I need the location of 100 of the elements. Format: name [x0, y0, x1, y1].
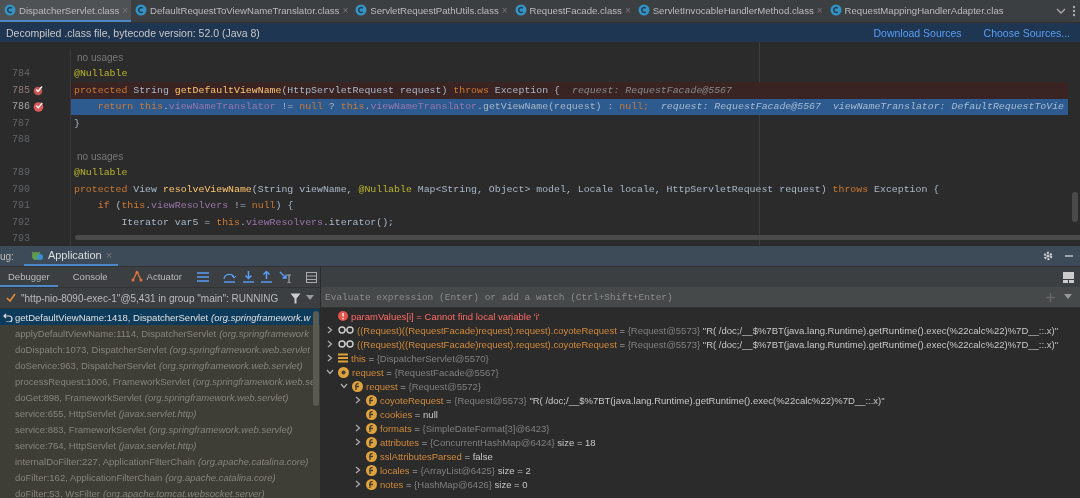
class-icon [355, 4, 368, 16]
variable-row[interactable]: ((Request)((RequestFacade)request).request).coyoteRequest = {Request@5573} "R( /doc;/__$%7BT(java.lang.Runtime).getRuntime().exec(%22calc%22)%7D__::.x)" [321, 337, 1080, 351]
field-icon [366, 450, 377, 462]
line-number: 788 [11, 134, 30, 146]
chevron-down-icon[interactable] [1056, 6, 1066, 16]
step-out-icon[interactable] [261, 271, 272, 283]
stack-frame[interactable]: doFilter:162, ApplicationFilterChain (org.apache.catalina.core) [0, 469, 320, 485]
expand-icon[interactable] [355, 438, 361, 446]
field-icon [366, 464, 377, 476]
usages-hint: no usages [76, 51, 124, 63]
code-line: Iterator var5 = this.viewResolvers.iterator(); [120, 215, 396, 230]
line-number: 791 [11, 200, 30, 212]
field-icon [366, 394, 377, 406]
line-number: 790 [11, 183, 30, 195]
collapse-icon[interactable] [340, 383, 348, 389]
variable-row[interactable]: notes = {HashMap@6426} size = 0 [321, 477, 1080, 491]
more-icon[interactable] [1072, 5, 1076, 17]
expand-icon[interactable] [355, 424, 361, 432]
variable-row[interactable]: paramValues[i] = Cannot find local variable 'i' [321, 309, 1080, 323]
glasses-icon [338, 326, 354, 334]
list-icon[interactable] [197, 272, 209, 282]
stack-frame[interactable]: processRequest:1006, FrameworkServlet (org.springframework.web.se [0, 373, 320, 389]
scrollbar[interactable] [313, 311, 319, 406]
variable-row[interactable]: cookies = null [321, 407, 1080, 421]
debugger-tab[interactable]: Console [64, 267, 116, 287]
stack-frame[interactable]: doFilter:53, WsFilter (org.apache.tomcat.websocket.server) [0, 485, 320, 498]
stack-frame[interactable]: getDefaultViewName:1418, DispatcherServlet (org.springframework.w [0, 309, 320, 325]
stack-frame[interactable]: doService:963, DispatcherServlet (org.springframework.web.servlet) [0, 357, 320, 373]
decompiled-notice: Decompiled .class file, bytecode version: 52.0 (Java 8) [6, 26, 261, 39]
error-icon [338, 311, 348, 321]
stack-frame[interactable]: doDispatch:1073, DispatcherServlet (org.springframework.web.servlet [0, 341, 320, 357]
stack-frame[interactable]: service:883, FrameworkServlet (org.springframework.web.servlet) [0, 421, 320, 437]
field-icon [366, 422, 377, 434]
stack-frame[interactable]: applyDefaultViewName:1114, DispatcherServlet (org.springframework [0, 325, 320, 341]
variable-row[interactable]: request = {Request@5572} [321, 379, 1080, 393]
return-arrow-icon [3, 312, 13, 322]
field-icon [352, 380, 363, 392]
class-icon [514, 4, 527, 16]
table-icon[interactable] [306, 271, 317, 283]
line-number: 792 [11, 216, 30, 228]
settings-icon[interactable] [1042, 250, 1054, 262]
step-into-icon[interactable] [243, 271, 254, 283]
check-icon [6, 293, 16, 303]
editor-tab[interactable]: RequestFacade.class × [510, 0, 634, 22]
debugger-tab[interactable]: Actuator [122, 267, 190, 287]
stack-frame[interactable]: internalDoFilter:227, ApplicationFilterChain (org.apache.catalina.core) [0, 453, 320, 469]
dropdown-icon[interactable] [1064, 294, 1072, 300]
stack-frame[interactable]: service:655, HttpServlet (javax.servlet.http) [0, 405, 320, 421]
parameter-icon [338, 366, 349, 378]
run-to-cursor-icon[interactable] [279, 271, 292, 283]
editor-tab[interactable]: ServletInvocableHandlerMethod.class × [633, 0, 826, 22]
field-icon [366, 436, 377, 448]
line-number: 787 [11, 117, 30, 129]
editor-tab[interactable]: DefaultRequestToViewNameTranslator.class × [131, 0, 352, 22]
editor-tab[interactable]: ServletRequestPathUtils.class × [351, 0, 511, 22]
variable-row[interactable]: this = {DispatcherServlet@5570} [321, 351, 1080, 365]
collapse-icon[interactable] [326, 369, 334, 375]
vertical-scrollbar[interactable] [1072, 192, 1078, 222]
bug-icon [29, 249, 44, 261]
line-number: 785 [11, 84, 30, 96]
step-over-icon[interactable] [223, 271, 236, 283]
variable-row[interactable]: attributes = {ConcurrentHashMap@6424} size = 18 [321, 435, 1080, 449]
variable-row[interactable]: formats = {SimpleDateFormat[3]@6423} [321, 421, 1080, 435]
expand-icon[interactable] [355, 466, 361, 474]
stack-icon [338, 353, 348, 363]
filter-icon[interactable] [290, 292, 301, 304]
stack-frame[interactable]: doGet:898, FrameworkServlet (org.springframework.web.servlet) [0, 389, 320, 405]
class-icon [637, 4, 650, 16]
sources-link[interactable]: Choose Sources... [983, 26, 1070, 39]
dropdown-icon[interactable] [306, 295, 314, 301]
debugger-tab[interactable]: Debugger [0, 267, 58, 287]
code-line: if (this.viewResolvers != null) { [96, 199, 295, 214]
variable-row[interactable]: locales = {ArrayList@6425} size = 2 [321, 463, 1080, 477]
actuator-icon [130, 270, 143, 282]
class-icon [135, 4, 148, 16]
editor-tab[interactable]: RequestMappingHandlerAdapter.clas [825, 0, 1007, 22]
expand-icon[interactable] [355, 396, 361, 404]
usages-hint: no usages [76, 150, 124, 162]
layout-icon[interactable] [1063, 271, 1074, 283]
stack-frame[interactable]: service:764, HttpServlet (javax.servlet.http) [0, 437, 320, 453]
variable-row[interactable]: sslAttributesParsed = false [321, 449, 1080, 463]
expand-icon[interactable] [327, 354, 333, 362]
variable-row[interactable]: coyoteRequest = {Request@5573} "R( /doc;/__$%7BT(java.lang.Runtime).getRuntime().exec(%22calc%22)%7D__::.x)" [321, 393, 1080, 407]
expand-icon[interactable] [355, 480, 361, 488]
variable-row[interactable]: request = {RequestFacade@5567} [321, 365, 1080, 379]
thread-selector[interactable]: "http-nio-8090-exec-1"@5,431 in group "main": RUNNING [21, 292, 285, 304]
editor-tab[interactable]: DispatcherServlet.class × [0, 0, 132, 22]
horizontal-scrollbar[interactable] [75, 235, 1080, 240]
debug-label: ug: [0, 250, 14, 262]
run-config-tab[interactable]: Application × [23, 246, 119, 266]
field-icon [366, 408, 377, 420]
code-line: protected View resolveViewName(String viewName, @Nullable Map<String, Object> model, Locale locale, HttpServletRequest request) throws Exception { [73, 182, 941, 197]
expand-icon[interactable] [327, 340, 333, 348]
code-line: } [73, 116, 81, 131]
class-icon [4, 4, 16, 16]
field-icon [366, 478, 377, 490]
class-icon [829, 4, 842, 16]
variable-row[interactable]: ((Request)((RequestFacade)request).request).coyoteRequest = {Request@5573} "R( /doc;/__$%7BT(java.lang.Runtime).getRuntime().exec(%22calc%22)%7D__::.x)" [321, 323, 1080, 337]
sources-link[interactable]: Download Sources [873, 26, 962, 39]
expand-icon[interactable] [327, 326, 333, 334]
